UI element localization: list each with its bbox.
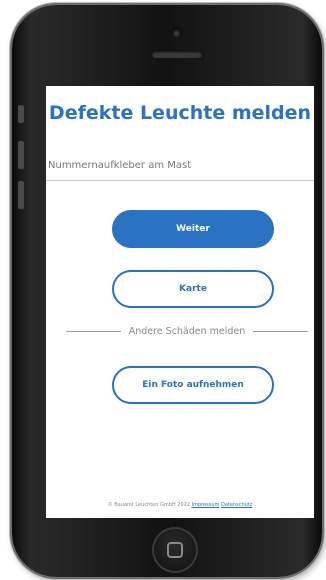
page-title: Defekte Leuchte melden	[48, 102, 312, 124]
volume-down-button	[18, 181, 24, 209]
take-photo-button-label: Ein Foto aufnehmen	[142, 380, 244, 390]
home-button-icon[interactable]	[152, 527, 198, 573]
divider-line-right	[253, 331, 309, 332]
imprint-link[interactable]: Impressum	[192, 502, 220, 508]
divider-line-left	[66, 331, 121, 332]
divider-label: Andere Schäden melden	[128, 326, 246, 337]
mute-switch	[18, 105, 24, 123]
footer: © Bauamt Leuchten GmbH 2022 Impressum Da…	[46, 502, 314, 508]
front-camera-icon	[173, 30, 180, 37]
app-screen: Defekte Leuchte melden Weiter Karte Ande…	[46, 86, 314, 518]
footer-copyright: © Bauamt Leuchten GmbH 2022	[107, 502, 190, 508]
home-square-icon	[167, 542, 183, 558]
speaker-grille-icon	[152, 51, 202, 58]
privacy-link[interactable]: Datenschutz	[221, 502, 252, 508]
map-button[interactable]: Karte	[112, 270, 274, 308]
sticker-number-input[interactable]	[46, 152, 308, 178]
continue-button-label: Weiter	[176, 224, 210, 234]
volume-up-button	[18, 141, 24, 169]
other-damage-divider: Andere Schäden melden	[66, 326, 309, 337]
take-photo-button[interactable]: Ein Foto aufnehmen	[112, 366, 274, 404]
sticker-number-field[interactable]	[46, 152, 314, 181]
continue-button[interactable]: Weiter	[112, 210, 274, 248]
phone-frame: Defekte Leuchte melden Weiter Karte Ande…	[12, 5, 322, 577]
map-button-label: Karte	[179, 284, 207, 294]
